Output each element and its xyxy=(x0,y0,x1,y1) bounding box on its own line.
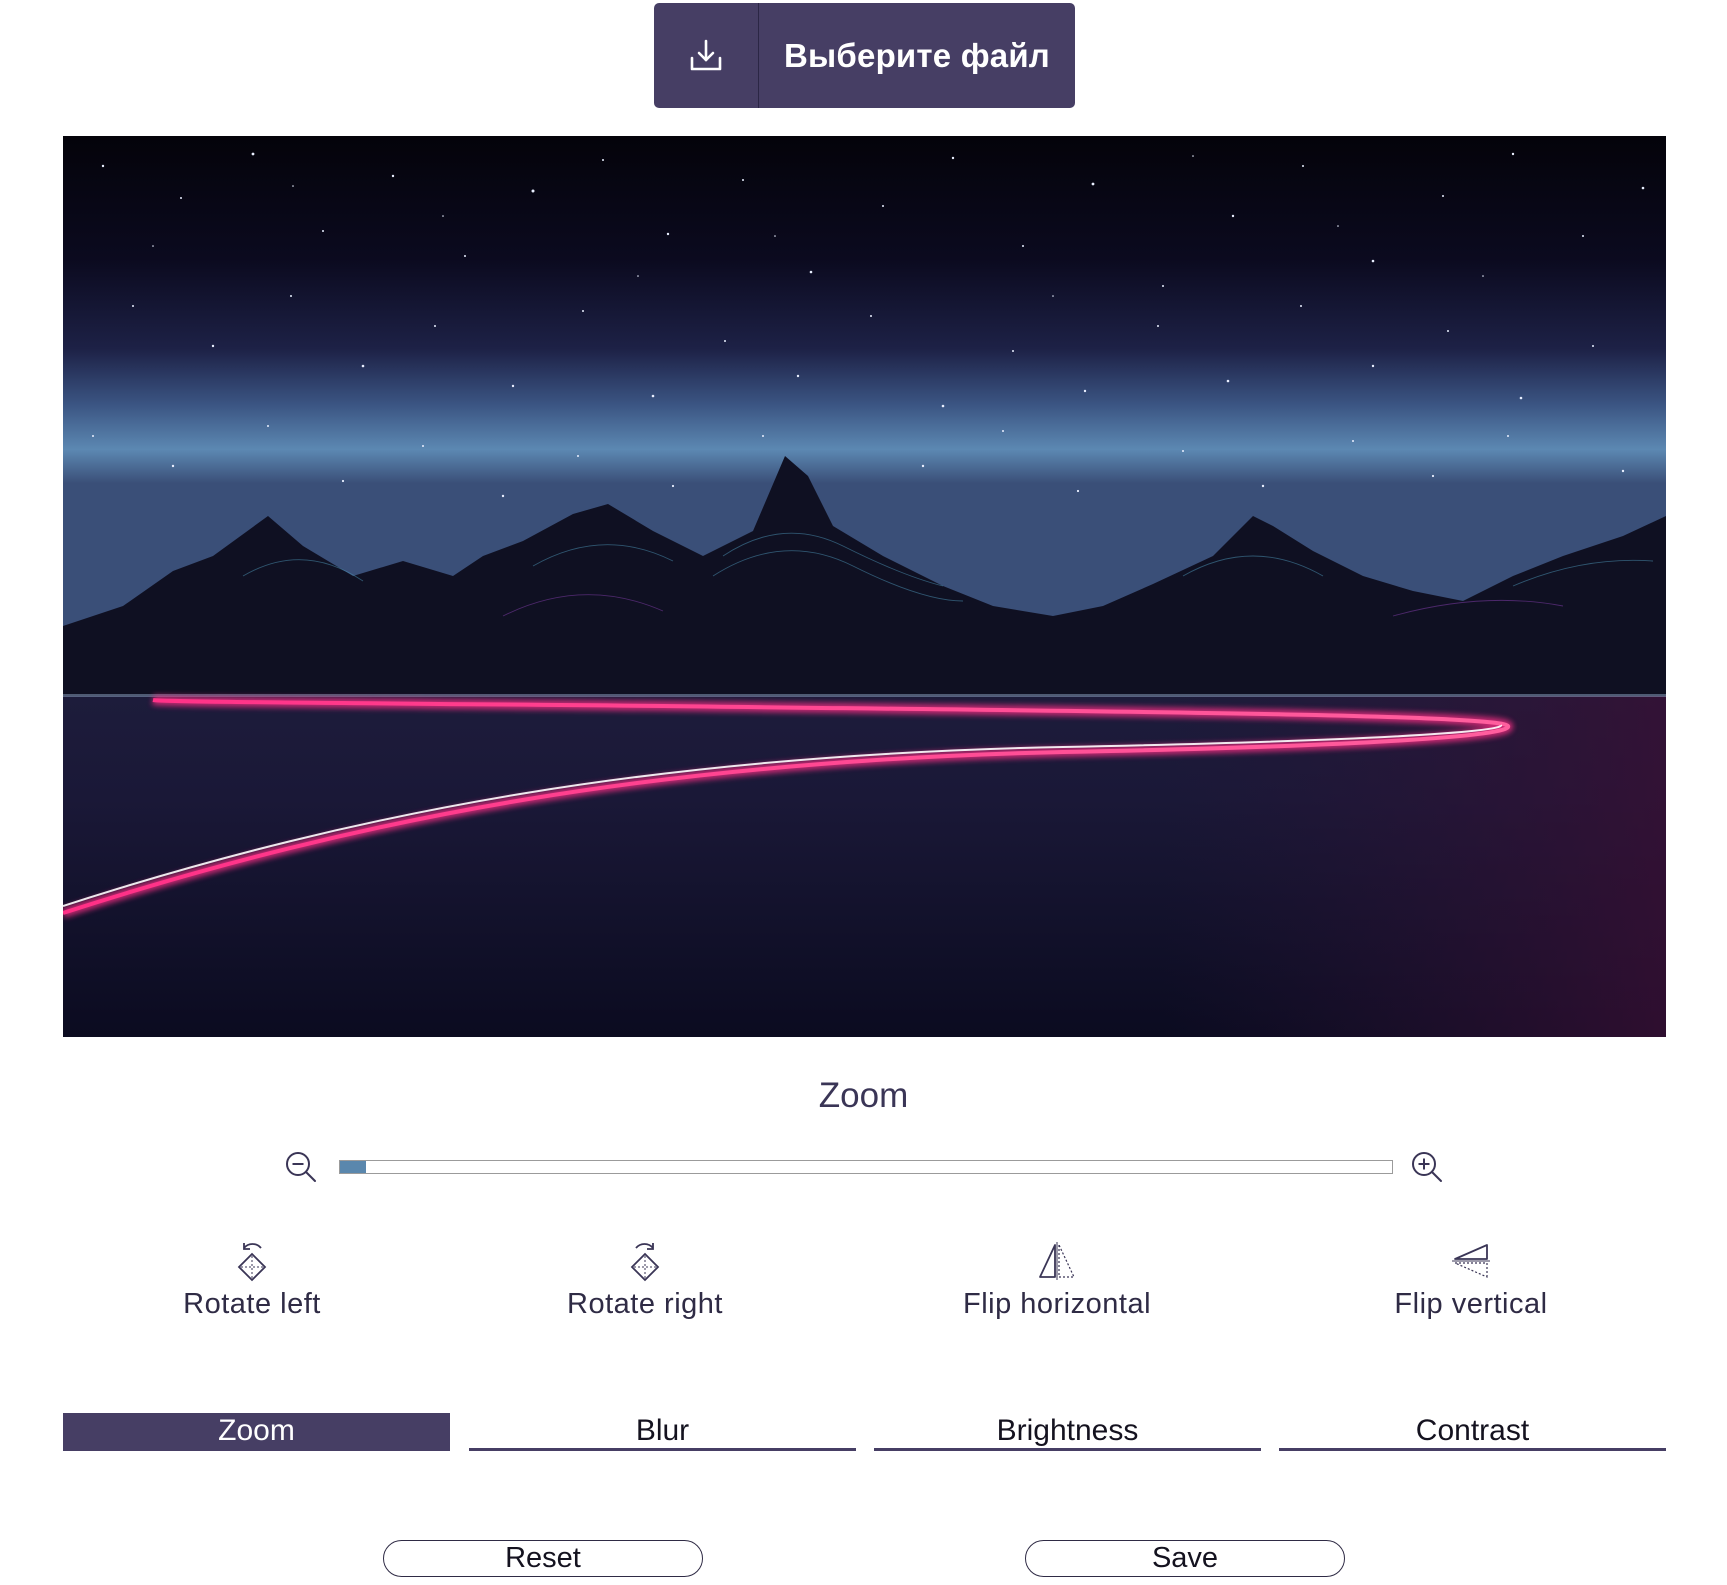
zoom-in-icon[interactable] xyxy=(1410,1150,1444,1184)
zoom-slider-fill xyxy=(340,1161,367,1173)
rotate-left-icon xyxy=(122,1238,382,1284)
flip-horizontal-icon xyxy=(927,1238,1187,1284)
zoom-title: Zoom xyxy=(818,1076,909,1115)
flip-vertical-label: Flip vertical xyxy=(1394,1288,1548,1320)
tab-contrast[interactable]: Contrast xyxy=(1279,1413,1666,1451)
rotate-right-label: Rotate right xyxy=(567,1288,723,1320)
flip-horizontal-button[interactable]: Flip horizontal xyxy=(927,1238,1187,1321)
rotate-right-button[interactable]: Rotate right xyxy=(515,1238,775,1321)
choose-file-button[interactable]: Выберите файл xyxy=(654,3,1075,108)
download-icon xyxy=(654,3,759,108)
night-mountains-image xyxy=(63,136,1666,1037)
tab-brightness[interactable]: Brightness xyxy=(874,1413,1261,1451)
flip-horizontal-label: Flip horizontal xyxy=(962,1288,1152,1320)
save-button[interactable]: Save xyxy=(1025,1540,1345,1577)
rotate-right-icon xyxy=(515,1238,775,1284)
tab-blur[interactable]: Blur xyxy=(469,1413,856,1451)
zoom-slider[interactable] xyxy=(339,1160,1393,1174)
reset-button[interactable]: Reset xyxy=(383,1540,703,1577)
rotate-left-button[interactable]: Rotate left xyxy=(122,1238,382,1321)
zoom-out-icon[interactable] xyxy=(284,1150,318,1184)
image-preview[interactable] xyxy=(63,136,1666,1037)
choose-file-label: Выберите файл xyxy=(784,36,1050,74)
flip-vertical-icon xyxy=(1341,1238,1601,1284)
rotate-left-label: Rotate left xyxy=(183,1288,321,1320)
tab-zoom[interactable]: Zoom xyxy=(63,1413,450,1451)
flip-vertical-button[interactable]: Flip vertical xyxy=(1341,1238,1601,1321)
